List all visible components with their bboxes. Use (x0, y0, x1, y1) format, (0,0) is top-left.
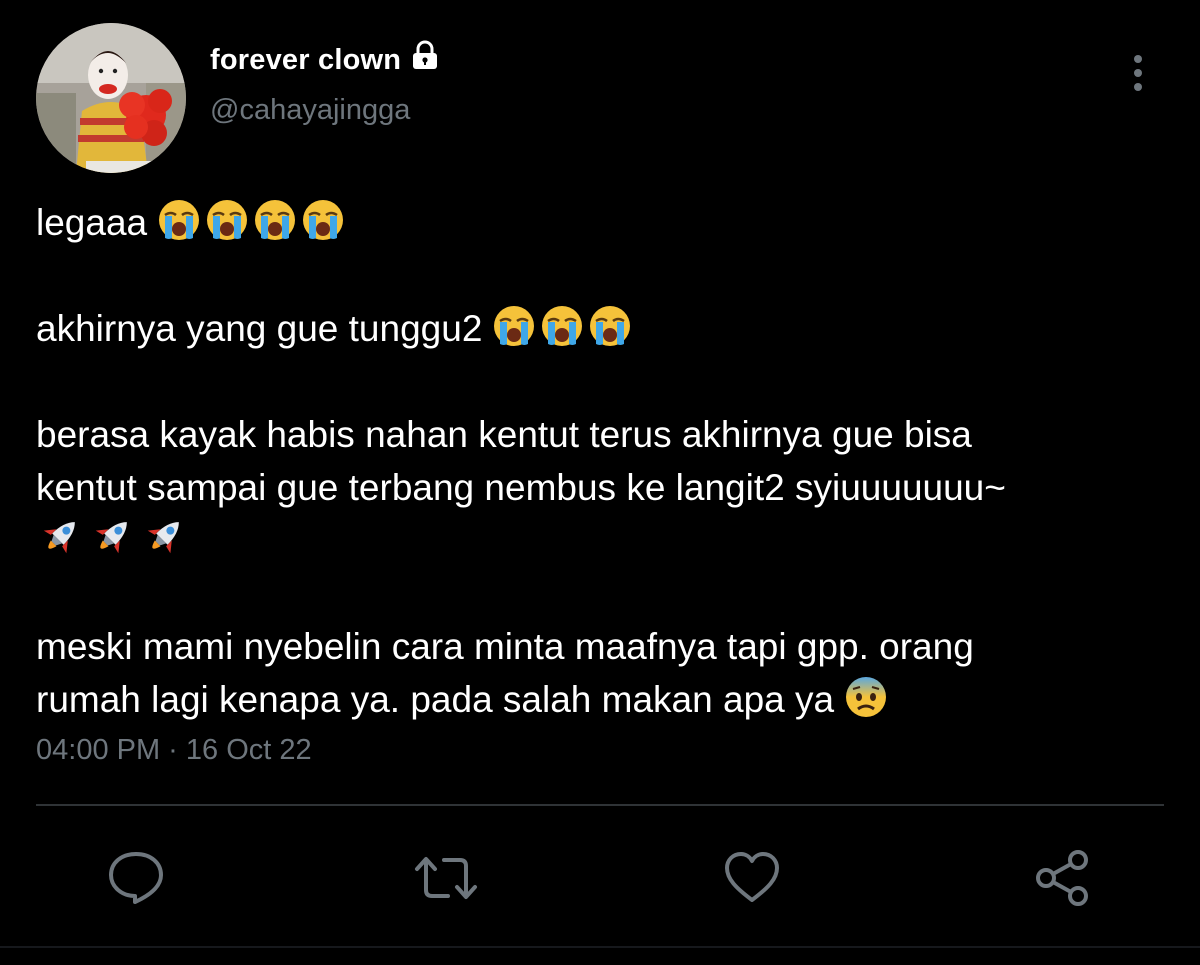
retweet-icon (415, 857, 477, 899)
bottom-divider (0, 946, 1200, 948)
heart-icon (725, 852, 779, 902)
tweet-line-5 (36, 514, 1166, 567)
rocket-emoji-group (36, 514, 188, 560)
anxious-face-with-sweat-icon (846, 677, 887, 717)
lock-icon (409, 40, 441, 72)
loudly-crying-face-icon (207, 200, 248, 240)
crying-emoji-group (492, 304, 632, 348)
loudly-crying-face-icon (303, 200, 344, 240)
divider (36, 804, 1164, 806)
like-button[interactable] (722, 848, 782, 908)
tweet-card: forever clown @cahayajingga legaaa akhir… (0, 0, 1200, 965)
tweet-line-2: akhirnya yang gue tunggu2 (36, 302, 1166, 355)
user-handle[interactable]: @cahayajingga (210, 94, 410, 127)
anxious-emoji-group (844, 675, 888, 719)
tweet-line-3: berasa kayak habis nahan kentut terus ak… (36, 414, 972, 455)
rocket-icon (43, 522, 75, 554)
rocket-icon (95, 522, 127, 554)
loudly-crying-face-icon (255, 200, 296, 240)
share-button[interactable] (1032, 848, 1092, 908)
display-name[interactable]: forever clown (210, 44, 401, 77)
tweet-line-4: kentut sampai gue terbang nembus ke lang… (36, 467, 1006, 508)
tweet-line-1: legaaa (36, 196, 1166, 249)
share-icon (1036, 850, 1088, 906)
tweet-timestamp[interactable]: 04:00 PM · 16 Oct 22 (36, 734, 312, 767)
tweet-line-7: rumah lagi kenapa ya. pada salah makan a… (36, 673, 1166, 726)
clown-avatar-icon (36, 23, 186, 173)
loudly-crying-face-icon (159, 200, 200, 240)
tweet-line-6: meski mami nyebelin cara minta maafnya t… (36, 626, 974, 667)
display-name-row: forever clown (210, 40, 441, 80)
tweet-text: legaaa akhirnya yang gue tunggu2 berasa … (36, 196, 1166, 726)
loudly-crying-face-icon (542, 306, 583, 346)
rocket-icon (147, 522, 179, 554)
crying-emoji-group (157, 198, 345, 242)
loudly-crying-face-icon (494, 306, 535, 346)
reply-icon (109, 852, 163, 904)
reply-button[interactable] (106, 848, 166, 908)
more-vertical-icon[interactable] (1124, 52, 1152, 96)
avatar[interactable] (36, 23, 186, 173)
loudly-crying-face-icon (590, 306, 631, 346)
retweet-button[interactable] (414, 848, 477, 908)
